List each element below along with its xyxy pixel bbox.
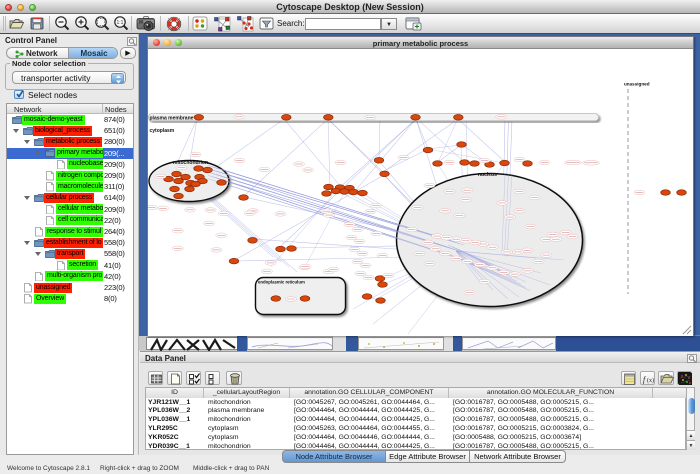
svg-text:(x): (x) xyxy=(647,377,654,384)
svg-text:unassigned: unassigned xyxy=(624,82,650,87)
svg-text:cytoplasm: cytoplasm xyxy=(150,128,175,134)
svg-text:plasma membrane: plasma membrane xyxy=(150,116,194,122)
svg-text:nucleus: nucleus xyxy=(478,172,497,178)
svg-text:mitochondrion: mitochondrion xyxy=(173,160,208,166)
svg-text:endoplasmic reticulum: endoplasmic reticulum xyxy=(258,280,305,285)
svg-text:1:1: 1:1 xyxy=(117,20,124,26)
